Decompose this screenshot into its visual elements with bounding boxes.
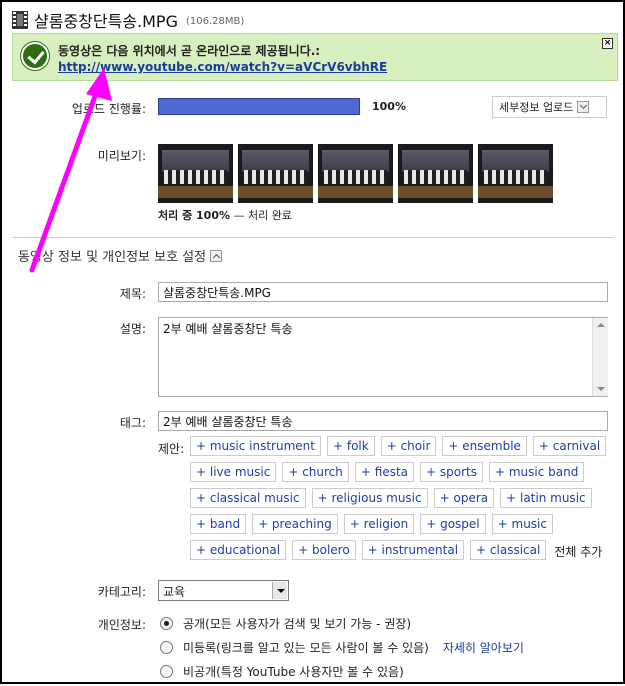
suggested-tag[interactable]: + choir <box>380 436 437 456</box>
privacy-label: 개인정보: <box>97 618 146 632</box>
preview-label: 미리보기: <box>97 149 146 163</box>
file-size: (106.28MB) <box>185 16 245 27</box>
suggested-tag[interactable]: + opera <box>433 488 495 508</box>
section-title-text: 동영상 정보 및 개인정보 보호 설정 <box>18 250 207 265</box>
upload-panel: 샬롬중창단특송.MPG (106.28MB) 동영상은 다음 위치에서 곧 온라… <box>0 0 625 684</box>
thumbnail[interactable] <box>158 144 233 203</box>
suggested-tag[interactable]: + religious music <box>311 488 428 508</box>
section-title[interactable]: 동영상 정보 및 개인정보 보호 설정 <box>18 246 223 265</box>
suggested-tag[interactable]: + instrumental <box>361 540 465 560</box>
privacy-option-unlisted[interactable]: 미등록(링크를 알고 있는 모든 사람이 볼 수 있음) 자세히 알아보기 <box>160 639 524 656</box>
title-label: 제목: <box>119 287 146 301</box>
suggested-tag[interactable]: + preaching <box>252 514 338 534</box>
category-select[interactable]: 교육 <box>158 580 289 601</box>
suggested-tag[interactable]: + religion <box>343 514 415 534</box>
suggested-tag[interactable]: + music band <box>489 462 585 482</box>
thumbnail[interactable] <box>478 144 553 203</box>
thumbnail[interactable] <box>238 144 313 203</box>
file-title: 샬롬중창단특송.MPG <box>34 12 178 31</box>
video-url-link[interactable]: http://www.youtube.com/watch?v=aVCrV6vbh… <box>58 60 387 74</box>
chevron-down-icon <box>272 582 287 599</box>
suggested-tag[interactable]: + live music <box>190 462 277 482</box>
file-header: 샬롬중창단특송.MPG (106.28MB) <box>12 8 244 32</box>
chevron-up-icon[interactable] <box>210 249 223 262</box>
notice-message: 동영상은 다음 위치에서 곧 온라인으로 제공됩니다.: <box>58 44 321 58</box>
processing-status-rest: — 처리 완료 <box>230 209 293 222</box>
chevron-down-icon <box>577 101 590 113</box>
progress-percent: 100% <box>372 100 406 113</box>
add-all-tags-link[interactable]: 전체 추가 <box>552 540 604 563</box>
radio-button[interactable] <box>160 617 173 630</box>
description-label: 설명: <box>119 322 146 336</box>
learn-more-link[interactable]: 자세히 알아보기 <box>443 639 524 656</box>
suggested-tag[interactable]: + educational <box>190 540 287 560</box>
privacy-option-public[interactable]: 공개(모든 사용자가 검색 및 보기 가능 - 권장) <box>160 615 411 632</box>
upload-details-label: 세부정보 업로드 <box>499 101 574 114</box>
suggested-tag[interactable]: + latin music <box>500 488 592 508</box>
category-value: 교육 <box>163 585 186 599</box>
suggested-tags: + music instrument + folk + choir + ensembl… <box>158 436 608 563</box>
tags-label: 태그: <box>119 416 146 430</box>
radio-button[interactable] <box>160 641 173 654</box>
suggested-tag[interactable]: + classical music <box>190 488 306 508</box>
suggested-tag[interactable]: + sports <box>420 462 483 482</box>
privacy-option-label: 공개(모든 사용자가 검색 및 보기 가능 - 권장) <box>183 617 412 631</box>
thumbnail[interactable] <box>318 144 393 203</box>
film-icon <box>12 11 28 29</box>
check-icon <box>21 42 49 70</box>
thumbnail[interactable] <box>398 144 473 203</box>
upload-progress-label: 업로드 진행률: <box>71 102 146 116</box>
suggested-tag[interactable]: + bolero <box>292 540 356 560</box>
upload-progress-bar <box>158 98 360 115</box>
suggested-tag[interactable]: + classical <box>470 540 547 560</box>
suggested-tag[interactable]: + carnival <box>532 436 607 456</box>
privacy-option-label: 비공개(특정 YouTube 사용자만 볼 수 있음) <box>183 665 404 679</box>
description-textarea[interactable]: 2부 예배 샬롬중창단 특송 <box>158 317 608 397</box>
suggested-tag[interactable]: + folk <box>326 436 375 456</box>
progress-fill <box>159 99 359 114</box>
close-icon[interactable]: × <box>602 38 613 49</box>
description-scrollbar[interactable] <box>592 318 608 396</box>
title-input[interactable] <box>158 282 608 302</box>
privacy-option-label: 미등록(링크를 알고 있는 모든 사람이 볼 수 있음) <box>183 641 429 655</box>
suggested-tag[interactable]: + fiesta <box>354 462 415 482</box>
processing-status: 처리 중 100% — 처리 완료 <box>158 207 292 223</box>
suggested-tag[interactable]: + gospel <box>420 514 486 534</box>
privacy-option-private[interactable]: 비공개(특정 YouTube 사용자만 볼 수 있음) <box>160 663 404 680</box>
category-label: 카테고리: <box>97 585 146 599</box>
processing-status-bold: 처리 중 100% <box>158 209 231 222</box>
divider <box>12 237 614 238</box>
suggested-tag[interactable]: + ensemble <box>442 436 527 456</box>
preview-thumbnails <box>158 144 553 203</box>
suggested-tag[interactable]: + music <box>491 514 553 534</box>
suggested-tag[interactable]: + church <box>282 462 349 482</box>
suggested-tag[interactable]: + music instrument <box>190 436 321 456</box>
success-notice: 동영상은 다음 위치에서 곧 온라인으로 제공됩니다.: http://www.… <box>12 33 618 81</box>
upload-details-button[interactable]: 세부정보 업로드 <box>492 96 607 118</box>
suggested-tag[interactable]: + band <box>190 514 247 534</box>
tags-input[interactable] <box>158 411 608 431</box>
radio-button[interactable] <box>160 665 173 678</box>
